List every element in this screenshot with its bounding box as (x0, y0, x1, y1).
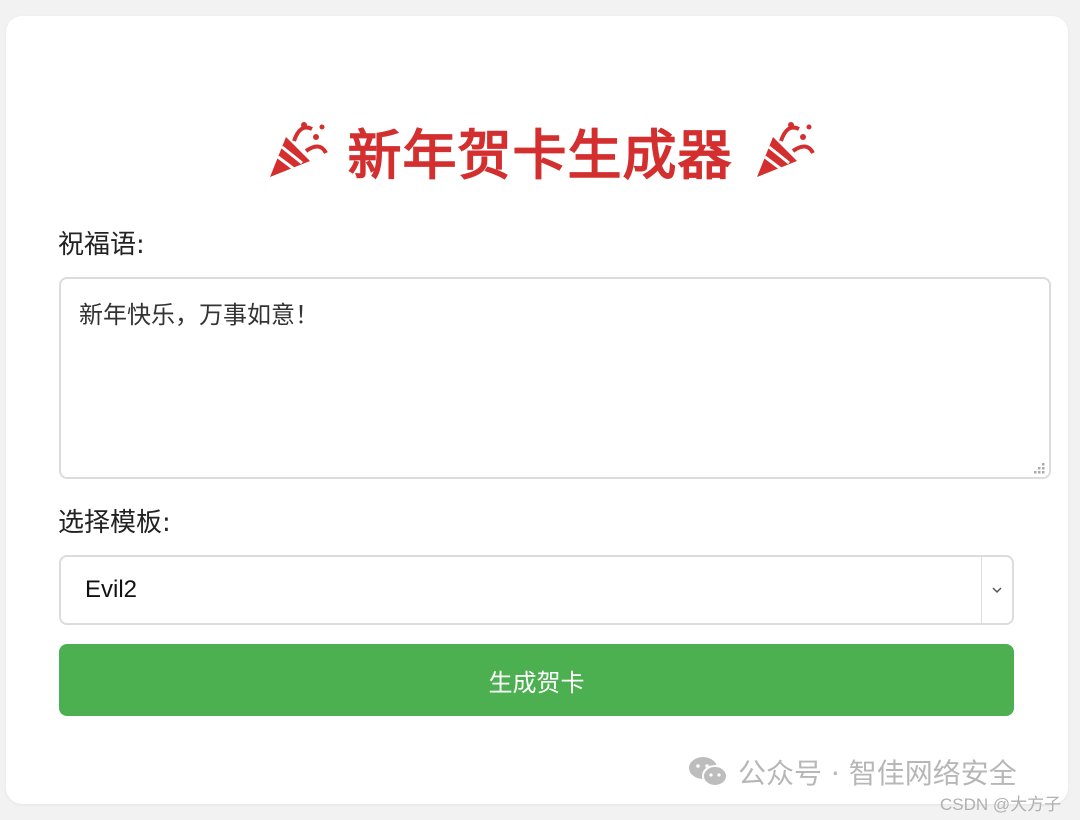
template-select[interactable]: Evil2 (59, 555, 1014, 625)
watermark-text: 公众号 · 智佳网络安全 (738, 757, 1017, 790)
template-label: 选择模板: (58, 508, 171, 538)
chevron-down-icon[interactable] (981, 557, 1012, 623)
page-title: 新年贺卡生成器 (347, 123, 733, 187)
party-popper-icon (751, 117, 817, 183)
wechat-icon (688, 755, 728, 789)
message-label: 祝福语: (58, 230, 145, 260)
message-textarea[interactable]: 新年快乐，万事如意！ (59, 277, 1051, 479)
watermark: 公众号 · 智佳网络安全 (688, 752, 1017, 792)
resize-handle-icon[interactable] (1032, 460, 1046, 474)
template-select-value: Evil2 (85, 576, 138, 603)
csdn-watermark: CSDN @大方子 (940, 795, 1062, 814)
title-row: 新年贺卡生成器 (0, 112, 1080, 188)
party-popper-icon (264, 117, 330, 183)
generate-card-button[interactable]: 生成贺卡 (59, 644, 1014, 716)
